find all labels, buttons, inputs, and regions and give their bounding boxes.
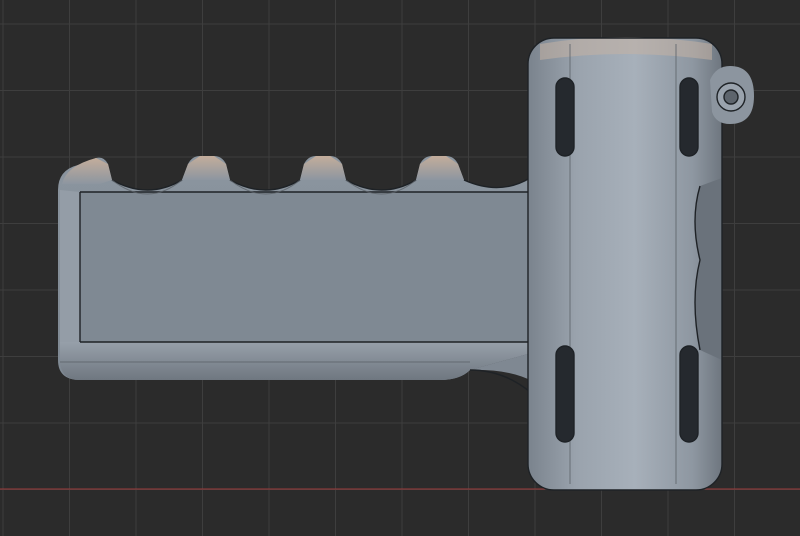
tube-slot-lower-right [679,345,699,443]
grip-left-edge [60,190,80,342]
tube-slot-lower-left [555,345,575,443]
grip-handle[interactable] [58,156,560,380]
tube-clamp[interactable] [527,37,723,491]
lanyard-loop-hole [723,89,739,105]
blender-3d-viewport[interactable] [0,0,800,536]
viewport-canvas[interactable] [0,0,800,536]
tube-slot-upper-right [679,77,699,157]
grip-front-face [80,192,532,342]
tube-slot-upper-left [555,77,575,157]
lanyard-loop[interactable] [710,66,754,124]
tube-side-recess [695,178,722,360]
